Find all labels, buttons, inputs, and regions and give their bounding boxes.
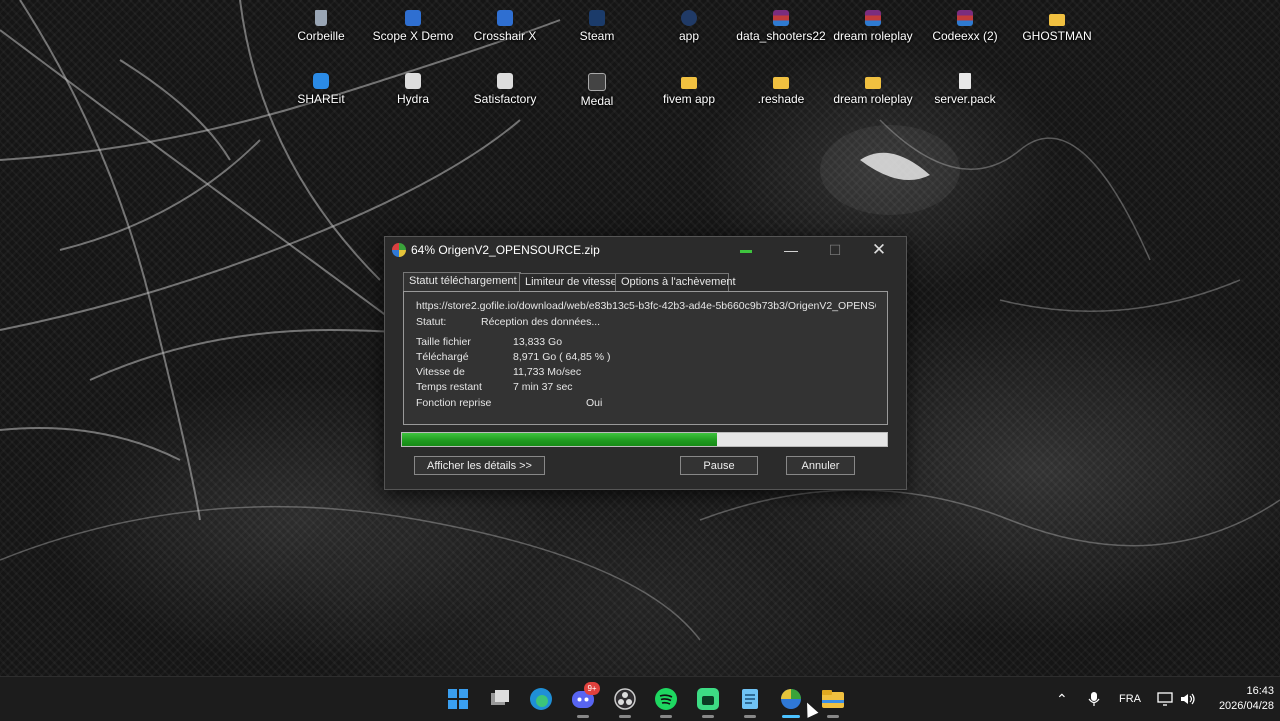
window-titlebar[interactable]: 64% OrigenV2_OPENSOURCE.zip — ☐ ✕	[385, 237, 906, 263]
notepad-icon[interactable]	[738, 687, 762, 711]
status-label: Statut:	[416, 316, 447, 328]
volume-icon[interactable]	[1180, 677, 1196, 721]
edge-icon[interactable]	[529, 687, 553, 711]
tab-download-status[interactable]: Statut téléchargement	[403, 272, 521, 292]
close-button[interactable]: ✕	[857, 237, 901, 263]
desktop-icon-shareit[interactable]: SHAREit	[275, 73, 367, 106]
desktop-icon-fivem-app[interactable]: fivem app	[643, 73, 735, 106]
discord-running-indicator	[577, 715, 589, 718]
download-url: https://store2.gofile.io/download/web/e8…	[416, 300, 876, 312]
satisfactory-icon	[497, 73, 513, 89]
download-manager-active-indicator	[782, 715, 800, 718]
download-progress-fill	[402, 433, 717, 446]
medal-icon	[588, 73, 606, 91]
desktop-icon-steam[interactable]: Steam	[551, 10, 643, 43]
language-indicator[interactable]: FRA	[1119, 677, 1141, 721]
notepad-running-indicator	[744, 715, 756, 718]
file-size-label: Taille fichier	[416, 336, 471, 348]
desktop-icon-app[interactable]: app	[643, 10, 735, 43]
desktop-icon-server-pack[interactable]: server.pack	[919, 73, 1011, 106]
discord-badge: 9+	[584, 682, 600, 695]
desktop-icon-dream-roleplay-archive[interactable]: dream roleplay	[827, 10, 919, 43]
folder-icon	[865, 77, 881, 89]
winrar-archive-icon	[957, 10, 973, 26]
download-manager-icon	[392, 243, 406, 257]
file-icon	[959, 73, 971, 89]
tab-completion-options[interactable]: Options à l'achèvement	[615, 273, 736, 291]
network-icon[interactable]	[1157, 677, 1173, 721]
desktop-icon-ghostman[interactable]: GHOSTMAN	[1011, 10, 1103, 43]
taskbar: 9+ ⌃ FRA 16:43 2026/04/28	[0, 676, 1280, 721]
time-remaining-value: 7 min 37 sec	[513, 381, 573, 393]
obs-running-indicator	[619, 715, 631, 718]
desktop-icon-codeexx[interactable]: Codeexx (2)	[919, 10, 1011, 43]
spotify-running-indicator	[660, 715, 672, 718]
desktop-icon-scope-x-demo[interactable]: Scope X Demo	[367, 10, 459, 43]
window-title: 64% OrigenV2_OPENSOURCE.zip	[411, 243, 600, 257]
app-icon	[681, 10, 697, 26]
winrar-archive-icon	[865, 10, 881, 26]
microphone-icon[interactable]	[1088, 677, 1100, 721]
crosshair-x-icon	[497, 10, 513, 26]
desktop-icon-medal[interactable]: Medal	[551, 73, 643, 108]
desktop-icon-data-shooters22[interactable]: data_shooters22	[735, 10, 827, 43]
system-clock[interactable]: 16:43 2026/04/28	[1200, 684, 1274, 714]
resume-value: Oui	[586, 397, 603, 409]
status-value: Réception des données...	[481, 316, 601, 328]
recycle-bin-icon	[315, 10, 327, 26]
desktop-icon-reshade[interactable]: .reshade	[735, 73, 827, 106]
folder-icon	[1049, 14, 1065, 26]
file-explorer-icon[interactable]	[821, 687, 845, 711]
explorer-running-indicator	[827, 715, 839, 718]
scope-x-icon	[405, 10, 421, 26]
clock-date: 2026/04/28	[1218, 700, 1274, 712]
spotify-icon[interactable]	[654, 687, 678, 711]
winrar-archive-icon	[773, 10, 789, 26]
desktop-icon-dream-roleplay-folder[interactable]: dream roleplay	[827, 73, 919, 106]
android-icon[interactable]	[696, 687, 720, 711]
pause-button[interactable]: Pause	[680, 456, 758, 475]
hydra-icon	[405, 73, 421, 89]
start-icon[interactable]	[446, 687, 470, 711]
download-progress-bar	[401, 432, 888, 447]
steam-icon	[589, 10, 605, 26]
download-window: 64% OrigenV2_OPENSOURCE.zip — ☐ ✕ Statut…	[384, 236, 907, 490]
android-running-indicator	[702, 715, 714, 718]
obs-icon[interactable]	[613, 687, 637, 711]
cancel-button[interactable]: Annuler	[786, 456, 855, 475]
file-size-value: 13,833 Go	[513, 336, 563, 348]
desktop-icon-corbeille[interactable]: Corbeille	[275, 10, 367, 43]
show-details-button[interactable]: Afficher les détails >>	[414, 456, 545, 475]
discord-icon[interactable]: 9+	[571, 682, 600, 711]
shareit-icon	[313, 73, 329, 89]
maximize-button[interactable]: ☐	[813, 237, 857, 263]
status-panel: https://store2.gofile.io/download/web/e8…	[403, 291, 888, 425]
folder-icon	[681, 77, 697, 89]
clock-time: 16:43	[1246, 685, 1274, 697]
downloaded-label: Téléchargé	[416, 351, 469, 363]
tab-speed-limiter[interactable]: Limiteur de vitesse	[519, 273, 617, 291]
download-manager-icon[interactable]	[779, 687, 803, 711]
speed-value: 11,733 Mo/sec	[513, 366, 582, 378]
task-view-icon[interactable]	[488, 687, 512, 711]
minimize-button[interactable]: —	[769, 237, 813, 263]
speed-label: Vitesse de	[416, 366, 465, 378]
chevron-up-icon[interactable]: ⌃	[1056, 677, 1068, 721]
desktop-icon-crosshair-x[interactable]: Crosshair X	[459, 10, 551, 43]
desktop-icon-hydra[interactable]: Hydra	[367, 73, 459, 106]
desktop-icon-satisfactory[interactable]: Satisfactory	[459, 73, 551, 106]
busy-indicator	[740, 250, 752, 253]
folder-icon	[773, 77, 789, 89]
resume-label: Fonction reprise	[416, 397, 492, 409]
time-remaining-label: Temps restant	[416, 381, 482, 393]
downloaded-value: 8,971 Go ( 64,85 % )	[513, 351, 611, 363]
